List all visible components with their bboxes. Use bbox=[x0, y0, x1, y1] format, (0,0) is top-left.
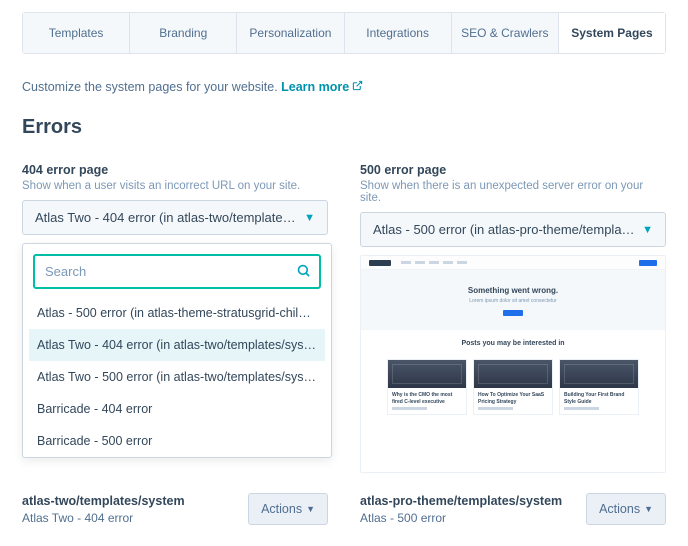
col-500: 500 error page Show when there is an une… bbox=[360, 163, 666, 473]
dropdown-404-templates: Atlas - 500 error (in atlas-theme-stratu… bbox=[22, 243, 332, 458]
dropdown-option[interactable]: Atlas Two - 500 error (in atlas-two/temp… bbox=[29, 361, 325, 393]
intro-text: Customize the system pages for your webs… bbox=[22, 80, 666, 94]
caret-down-icon: ▼ bbox=[642, 224, 653, 236]
section-title-errors: Errors bbox=[22, 116, 666, 139]
dropdown-options[interactable]: Atlas - 500 error (in atlas-theme-stratu… bbox=[29, 297, 325, 457]
footer-404: atlas-two/templates/system Atlas Two - 4… bbox=[22, 493, 328, 525]
settings-tabs: Templates Branding Personalization Integ… bbox=[22, 12, 666, 54]
dropdown-option[interactable]: Atlas - 500 error (in atlas-theme-stratu… bbox=[29, 297, 325, 329]
caret-down-icon: ▼ bbox=[644, 504, 653, 514]
preview-card-title: How To Optimize Your SaaS Pricing Strate… bbox=[478, 392, 548, 405]
tab-integrations[interactable]: Integrations bbox=[345, 13, 452, 53]
preview-logo bbox=[369, 260, 391, 266]
search-icon bbox=[296, 263, 311, 281]
actions-button-500[interactable]: Actions▼ bbox=[586, 493, 666, 525]
select-404-value: Atlas Two - 404 error (in atlas-two/temp… bbox=[35, 210, 298, 225]
caret-down-icon: ▼ bbox=[304, 212, 315, 224]
label-404: 404 error page bbox=[22, 163, 328, 177]
dropdown-option[interactable]: Barricade - 500 error bbox=[29, 425, 325, 457]
preview-card-title: Why is the CMO the most fired C-level ex… bbox=[392, 392, 462, 405]
footer-404-name: Atlas Two - 404 error bbox=[22, 511, 185, 525]
help-500: Show when there is an unexpected server … bbox=[360, 180, 666, 204]
help-404: Show when a user visits an incorrect URL… bbox=[22, 180, 328, 192]
tab-seo-crawlers[interactable]: SEO & Crawlers bbox=[452, 13, 559, 53]
tab-branding[interactable]: Branding bbox=[130, 13, 237, 53]
select-500-template[interactable]: Atlas - 500 error (in atlas-pro-theme/te… bbox=[360, 212, 666, 247]
label-500: 500 error page bbox=[360, 163, 666, 177]
preview-section-title: Posts you may be interested in bbox=[361, 340, 665, 347]
external-link-icon bbox=[352, 80, 363, 94]
preview-card-title: Building Your First Brand Style Guide bbox=[564, 392, 634, 405]
actions-button-404[interactable]: Actions▼ bbox=[248, 493, 328, 525]
footer-500-name: Atlas - 500 error bbox=[360, 511, 562, 525]
preview-headline: Something went wrong. bbox=[361, 286, 665, 295]
learn-more-link[interactable]: Learn more bbox=[281, 80, 363, 94]
tab-personalization[interactable]: Personalization bbox=[237, 13, 344, 53]
tab-system-pages[interactable]: System Pages bbox=[559, 13, 665, 53]
dropdown-option[interactable]: Atlas Two - 404 error (in atlas-two/temp… bbox=[29, 329, 325, 361]
select-500-value: Atlas - 500 error (in atlas-pro-theme/te… bbox=[373, 222, 636, 237]
tab-templates[interactable]: Templates bbox=[23, 13, 130, 53]
template-preview-500: Something went wrong. Lorem ipsum dolor … bbox=[360, 255, 666, 473]
search-input[interactable] bbox=[33, 254, 321, 289]
footer-500: atlas-pro-theme/templates/system Atlas -… bbox=[360, 493, 666, 525]
footer-500-path: atlas-pro-theme/templates/system bbox=[360, 494, 562, 508]
intro-copy: Customize the system pages for your webs… bbox=[22, 80, 281, 94]
dropdown-option[interactable]: Barricade - 404 error bbox=[29, 393, 325, 425]
caret-down-icon: ▼ bbox=[306, 504, 315, 514]
select-404-template[interactable]: Atlas Two - 404 error (in atlas-two/temp… bbox=[22, 200, 328, 235]
footer-404-path: atlas-two/templates/system bbox=[22, 494, 185, 508]
preview-cta bbox=[639, 260, 657, 266]
col-404: 404 error page Show when a user visits a… bbox=[22, 163, 328, 473]
